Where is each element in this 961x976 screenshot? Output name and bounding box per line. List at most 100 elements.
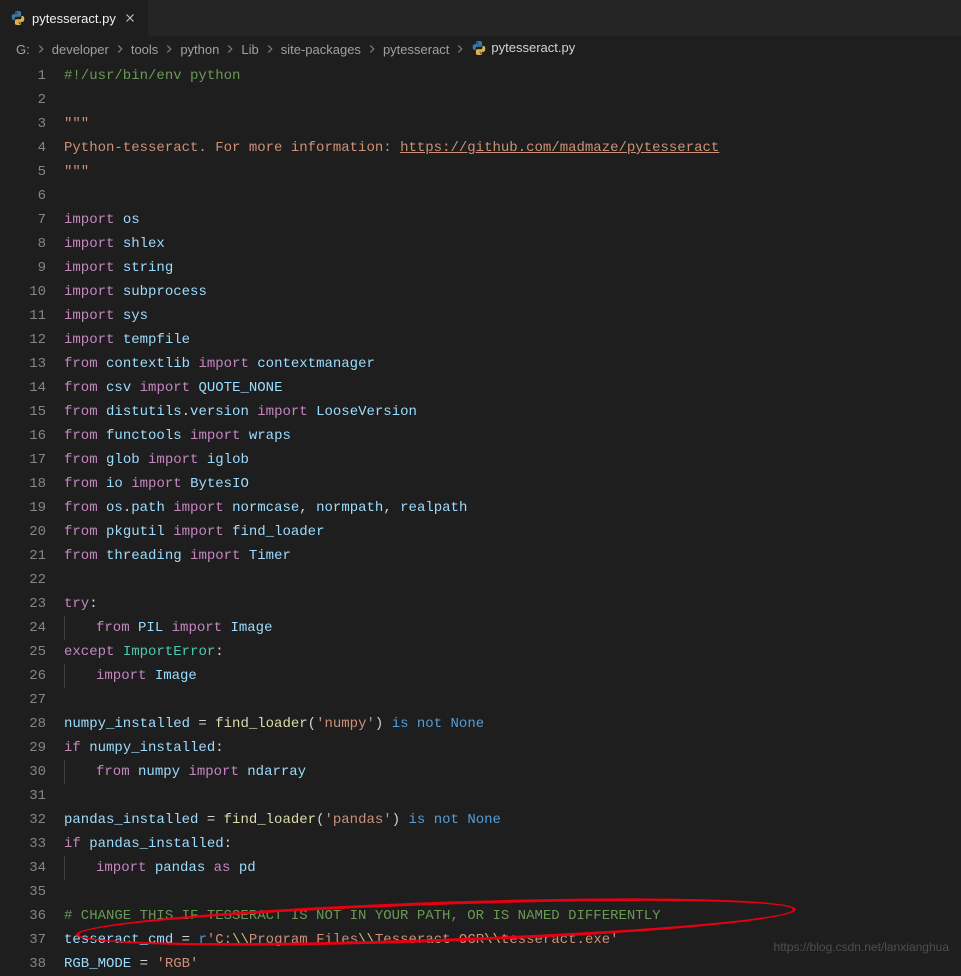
- line-number: 21: [0, 544, 46, 568]
- line-number: 8: [0, 232, 46, 256]
- code-line[interactable]: [64, 784, 961, 808]
- watermark-text: https://blog.csdn.net/lanxianghua: [774, 940, 949, 954]
- breadcrumb-segment[interactable]: developer: [52, 42, 109, 57]
- python-file-icon: [471, 40, 487, 56]
- line-number: 32: [0, 808, 46, 832]
- code-line[interactable]: numpy_installed = find_loader('numpy') i…: [64, 712, 961, 736]
- line-number: 10: [0, 280, 46, 304]
- code-line[interactable]: from distutils.version import LooseVersi…: [64, 400, 961, 424]
- breadcrumb-segment[interactable]: site-packages: [281, 42, 361, 57]
- line-number: 11: [0, 304, 46, 328]
- breadcrumb-segment[interactable]: pytesseract: [383, 42, 449, 57]
- line-number: 22: [0, 568, 46, 592]
- line-number: 3: [0, 112, 46, 136]
- line-number: 33: [0, 832, 46, 856]
- code-line[interactable]: Python-tesseract. For more information: …: [64, 136, 961, 160]
- chevron-right-icon: [113, 42, 127, 56]
- line-number: 31: [0, 784, 46, 808]
- line-number: 12: [0, 328, 46, 352]
- line-number: 9: [0, 256, 46, 280]
- line-number: 4: [0, 136, 46, 160]
- line-number: 30: [0, 760, 46, 784]
- code-line[interactable]: from pkgutil import find_loader: [64, 520, 961, 544]
- chevron-right-icon: [223, 42, 237, 56]
- code-line[interactable]: """: [64, 112, 961, 136]
- code-line[interactable]: from numpy import ndarray: [64, 760, 961, 784]
- code-line[interactable]: from io import BytesIO: [64, 472, 961, 496]
- line-number: 19: [0, 496, 46, 520]
- line-number: 26: [0, 664, 46, 688]
- line-number: 25: [0, 640, 46, 664]
- line-number: 34: [0, 856, 46, 880]
- breadcrumb-segment[interactable]: G:: [16, 42, 30, 57]
- chevron-right-icon: [365, 42, 379, 56]
- code-line[interactable]: from glob import iglob: [64, 448, 961, 472]
- breadcrumb-segment[interactable]: tools: [131, 42, 158, 57]
- code-line[interactable]: import os: [64, 208, 961, 232]
- line-number: 14: [0, 376, 46, 400]
- line-number: 27: [0, 688, 46, 712]
- line-number: 38: [0, 952, 46, 976]
- code-line[interactable]: from functools import wraps: [64, 424, 961, 448]
- chevron-right-icon: [263, 42, 277, 56]
- code-line[interactable]: import Image: [64, 664, 961, 688]
- line-number: 29: [0, 736, 46, 760]
- line-number: 20: [0, 520, 46, 544]
- code-line[interactable]: if numpy_installed:: [64, 736, 961, 760]
- code-line[interactable]: [64, 568, 961, 592]
- close-icon[interactable]: [122, 10, 138, 26]
- line-number: 16: [0, 424, 46, 448]
- code-line[interactable]: """: [64, 160, 961, 184]
- chevron-right-icon: [34, 42, 48, 56]
- code-line[interactable]: from threading import Timer: [64, 544, 961, 568]
- line-number: 28: [0, 712, 46, 736]
- editor-scrollbar[interactable]: [947, 128, 961, 966]
- chevron-right-icon: [453, 42, 467, 56]
- code-line[interactable]: from contextlib import contextmanager: [64, 352, 961, 376]
- code-area[interactable]: #!/usr/bin/env python """Python-tesseract…: [64, 64, 961, 966]
- chevron-right-icon: [162, 42, 176, 56]
- line-number: 2: [0, 88, 46, 112]
- code-line[interactable]: import tempfile: [64, 328, 961, 352]
- code-line[interactable]: if pandas_installed:: [64, 832, 961, 856]
- file-tab[interactable]: pytesseract.py: [0, 0, 149, 36]
- breadcrumb-segment[interactable]: python: [180, 42, 219, 57]
- line-number: 6: [0, 184, 46, 208]
- code-line[interactable]: from PIL import Image: [64, 616, 961, 640]
- breadcrumb-segment[interactable]: Lib: [241, 42, 258, 57]
- code-line[interactable]: import sys: [64, 304, 961, 328]
- code-editor[interactable]: 1234567891011121314151617181920212223242…: [0, 64, 961, 966]
- code-line[interactable]: pandas_installed = find_loader('pandas')…: [64, 808, 961, 832]
- editor-tabs-bar: pytesseract.py: [0, 0, 961, 36]
- code-line[interactable]: import pandas as pd: [64, 856, 961, 880]
- code-line[interactable]: from csv import QUOTE_NONE: [64, 376, 961, 400]
- code-line[interactable]: [64, 88, 961, 112]
- file-tab-label: pytesseract.py: [32, 11, 116, 26]
- code-line[interactable]: import string: [64, 256, 961, 280]
- line-number: 35: [0, 880, 46, 904]
- line-number: 15: [0, 400, 46, 424]
- code-line[interactable]: # CHANGE THIS IF TESSERACT IS NOT IN YOU…: [64, 904, 961, 928]
- code-line[interactable]: RGB_MODE = 'RGB': [64, 952, 961, 976]
- line-number: 37: [0, 928, 46, 952]
- code-line[interactable]: #!/usr/bin/env python: [64, 64, 961, 88]
- line-number: 5: [0, 160, 46, 184]
- code-line[interactable]: from os.path import normcase, normpath, …: [64, 496, 961, 520]
- breadcrumb-segment[interactable]: pytesseract.py: [471, 40, 575, 59]
- breadcrumb[interactable]: G: developer tools python Lib site-packages py…: [0, 36, 961, 64]
- line-number: 36: [0, 904, 46, 928]
- line-number: 17: [0, 448, 46, 472]
- line-number-gutter: 1234567891011121314151617181920212223242…: [0, 64, 64, 966]
- line-number: 13: [0, 352, 46, 376]
- line-number: 18: [0, 472, 46, 496]
- python-file-icon: [10, 10, 26, 26]
- code-line[interactable]: [64, 688, 961, 712]
- code-line[interactable]: [64, 184, 961, 208]
- line-number: 7: [0, 208, 46, 232]
- code-line[interactable]: [64, 880, 961, 904]
- code-line[interactable]: except ImportError:: [64, 640, 961, 664]
- code-line[interactable]: import shlex: [64, 232, 961, 256]
- code-line[interactable]: try:: [64, 592, 961, 616]
- code-line[interactable]: import subprocess: [64, 280, 961, 304]
- line-number: 24: [0, 616, 46, 640]
